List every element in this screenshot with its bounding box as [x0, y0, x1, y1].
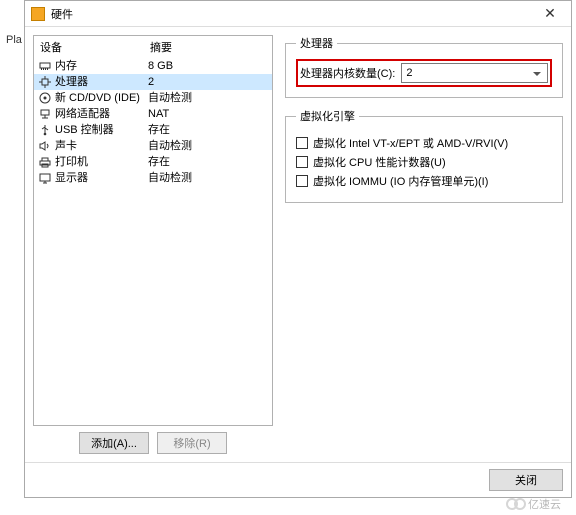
device-summary: 存在	[148, 123, 268, 137]
hardware-row[interactable]: 显示器自动检测	[34, 170, 272, 186]
titlebar: 硬件 ✕	[25, 1, 571, 27]
close-button[interactable]: ✕	[535, 4, 565, 24]
hardware-row[interactable]: 网络适配器NAT	[34, 106, 272, 122]
device-summary: 2	[148, 75, 268, 89]
virt-cpu-row[interactable]: 虚拟化 CPU 性能计数器(U)	[296, 154, 552, 170]
add-button[interactable]: 添加(A)...	[79, 432, 149, 454]
printer-icon	[38, 156, 52, 168]
hardware-row[interactable]: 新 CD/DVD (IDE)自动检测	[34, 90, 272, 106]
header-summary: 摘要	[150, 39, 266, 55]
device-summary: 8 GB	[148, 59, 268, 73]
sound-icon	[38, 140, 52, 152]
cores-label: 处理器内核数量(C):	[300, 65, 395, 81]
hardware-buttons: 添加(A)... 移除(R)	[33, 432, 273, 454]
virtualization-group: 虚拟化引擎 虚拟化 Intel VT-x/EPT 或 AMD-V/RVI(V) …	[285, 108, 563, 203]
background-text: Pla	[6, 34, 22, 46]
virt-vt-label: 虚拟化 Intel VT-x/EPT 或 AMD-V/RVI(V)	[313, 135, 508, 151]
cores-value: 2	[406, 67, 412, 79]
hardware-row[interactable]: 声卡自动检测	[34, 138, 272, 154]
dialog-content: 设备 摘要 内存8 GB处理器2新 CD/DVD (IDE)自动检测网络适配器N…	[25, 27, 571, 462]
processors-legend: 处理器	[296, 35, 337, 51]
memory-icon	[38, 60, 52, 72]
header-device: 设备	[40, 39, 150, 55]
virt-cpu-label: 虚拟化 CPU 性能计数器(U)	[313, 154, 446, 170]
watermark: 亿速云	[506, 493, 576, 515]
device-name: 打印机	[55, 155, 148, 169]
left-column: 设备 摘要 内存8 GB处理器2新 CD/DVD (IDE)自动检测网络适配器N…	[33, 35, 273, 454]
device-summary: 自动检测	[148, 171, 268, 185]
hardware-list: 设备 摘要 内存8 GB处理器2新 CD/DVD (IDE)自动检测网络适配器N…	[33, 35, 273, 426]
hardware-row[interactable]: USB 控制器存在	[34, 122, 272, 138]
dialog-footer: 关闭	[25, 462, 571, 497]
remove-button[interactable]: 移除(R)	[157, 432, 227, 454]
processors-group: 处理器 处理器内核数量(C): 2	[285, 35, 563, 98]
watermark-circle-icon	[514, 498, 526, 510]
device-name: 网络适配器	[55, 107, 148, 121]
close-dialog-button[interactable]: 关闭	[489, 469, 563, 491]
device-summary: 存在	[148, 155, 268, 169]
watermark-text: 亿速云	[528, 496, 561, 512]
processor-cores-row: 处理器内核数量(C): 2	[296, 59, 552, 87]
device-name: USB 控制器	[55, 123, 148, 137]
device-name: 显示器	[55, 171, 148, 185]
virtualization-legend: 虚拟化引擎	[296, 108, 359, 124]
device-summary: 自动检测	[148, 91, 268, 105]
hardware-dialog: 硬件 ✕ 设备 摘要 内存8 GB处理器2新 CD/DVD (IDE)自动检测网…	[24, 0, 572, 498]
device-summary: NAT	[148, 107, 268, 121]
network-icon	[38, 108, 52, 120]
checkbox-icon[interactable]	[296, 175, 308, 187]
usb-icon	[38, 124, 52, 136]
hardware-list-header: 设备 摘要	[34, 36, 272, 58]
checkbox-icon[interactable]	[296, 156, 308, 168]
virt-vt-row[interactable]: 虚拟化 Intel VT-x/EPT 或 AMD-V/RVI(V)	[296, 135, 552, 151]
right-column: 处理器 处理器内核数量(C): 2 虚拟化引擎 虚拟化 Intel VT-x/E…	[281, 35, 563, 454]
virt-iommu-label: 虚拟化 IOMMU (IO 内存管理单元)(I)	[313, 173, 488, 189]
disc-icon	[38, 92, 52, 104]
vmware-icon	[31, 7, 45, 21]
virt-iommu-row[interactable]: 虚拟化 IOMMU (IO 内存管理单元)(I)	[296, 173, 552, 189]
checkbox-icon[interactable]	[296, 137, 308, 149]
hardware-row[interactable]: 处理器2	[34, 74, 272, 90]
cores-select[interactable]: 2	[401, 63, 548, 83]
device-summary: 自动检测	[148, 139, 268, 153]
device-name: 处理器	[55, 75, 148, 89]
device-name: 声卡	[55, 139, 148, 153]
device-name: 内存	[55, 59, 148, 73]
device-name: 新 CD/DVD (IDE)	[55, 91, 148, 105]
hardware-row[interactable]: 内存8 GB	[34, 58, 272, 74]
cpu-icon	[38, 76, 52, 88]
display-icon	[38, 172, 52, 184]
dialog-title: 硬件	[51, 6, 535, 22]
hardware-row[interactable]: 打印机存在	[34, 154, 272, 170]
